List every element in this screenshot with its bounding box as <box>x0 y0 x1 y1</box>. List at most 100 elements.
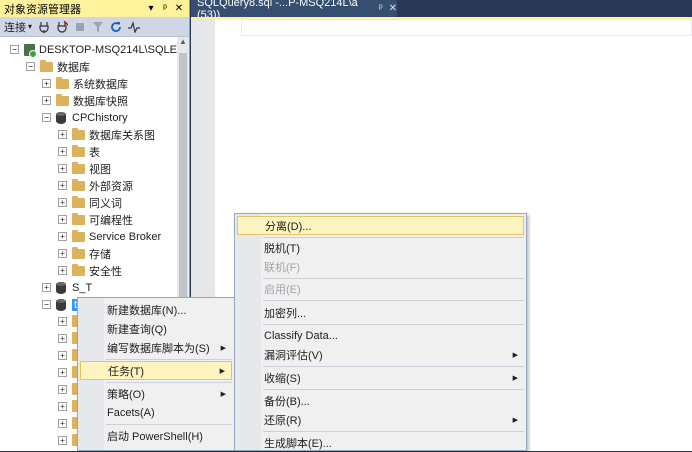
tree-node-views[interactable]: + 视图 <box>58 160 111 177</box>
connect-label: 连接 <box>4 21 26 34</box>
collapse-icon[interactable]: − <box>42 113 51 122</box>
expand-icon[interactable]: + <box>58 266 67 275</box>
menu-item-bring-online[interactable]: 联机(F) <box>237 257 524 276</box>
pin-icon[interactable]: ᵖ <box>159 3 171 14</box>
document-tab-bar: SQLQuery8.sql -...P-MSQ214L\a (53)) ᵖ ✕ <box>191 0 692 21</box>
tree-node-label: 视图 <box>89 163 111 176</box>
plug-icon[interactable] <box>38 21 50 33</box>
folder-icon <box>72 195 85 208</box>
menu-item-shrink[interactable]: 收缩(S) ▶ <box>237 368 524 387</box>
expand-icon[interactable]: + <box>58 334 67 343</box>
tree-node-label: S_T <box>72 281 93 294</box>
menu-item-label: 脱机(T) <box>264 242 301 255</box>
tree-node-label: 外部资源 <box>89 180 133 193</box>
menu-separator <box>106 359 232 360</box>
expand-icon[interactable]: + <box>58 419 67 428</box>
tree-node-label: 表 <box>89 146 100 159</box>
menu-separator <box>106 382 232 383</box>
refresh-icon[interactable] <box>110 21 122 33</box>
tree-node-system-databases[interactable]: + 系统数据库 <box>42 75 128 92</box>
tree-node-programmability[interactable]: + 可编程性 <box>58 211 133 228</box>
tree-node-label: 系统数据库 <box>73 78 128 91</box>
menu-item-restore[interactable]: 还原(R) ▶ <box>237 410 524 429</box>
folder-icon <box>56 76 69 89</box>
tree-node-synonyms[interactable]: + 同义词 <box>58 194 122 211</box>
tree-node-tables[interactable]: + 表 <box>58 143 100 160</box>
expand-icon[interactable]: + <box>58 385 67 394</box>
tree-node-s-t[interactable]: + S_T <box>42 279 92 296</box>
menu-item-enable[interactable]: 启用(E) <box>237 279 524 298</box>
tree-node-label: 数据库关系图 <box>89 129 155 142</box>
stop-icon[interactable] <box>74 21 86 33</box>
filter-icon[interactable] <box>92 21 104 33</box>
menu-separator <box>263 366 524 367</box>
tree-node-diagrams[interactable]: + 数据库关系图 <box>58 126 155 143</box>
activity-icon[interactable] <box>128 20 141 34</box>
tree-node-databases[interactable]: − 数据库 <box>26 58 90 75</box>
expand-icon[interactable]: + <box>58 232 67 241</box>
menu-item-label: 联机(F) <box>264 261 301 274</box>
menu-item-new-query[interactable]: 新建查询(Q) <box>80 319 232 338</box>
tree-node-label: DESKTOP-MSQ214L\SQLEX <box>39 43 185 56</box>
tree-node-database-snapshots[interactable]: + 数据库快照 <box>42 92 128 109</box>
scroll-thumb[interactable] <box>179 53 187 333</box>
menu-item-classify-data[interactable]: Classify Data... <box>237 326 524 345</box>
close-icon[interactable]: ✕ <box>173 3 185 14</box>
menu-item-policies[interactable]: 策略(O) ▶ <box>80 384 232 403</box>
menu-item-vulnerability-assessment[interactable]: 漏洞评估(V) ▶ <box>237 345 524 364</box>
folder-icon <box>72 212 85 225</box>
expand-icon[interactable]: + <box>58 181 67 190</box>
expand-icon[interactable]: + <box>58 402 67 411</box>
folder-icon <box>72 161 85 174</box>
menu-item-facets[interactable]: Facets(A) <box>80 403 232 422</box>
menu-item-label: Classify Data... <box>264 329 338 342</box>
scroll-up-icon[interactable]: ▲ <box>177 37 189 51</box>
expand-icon[interactable]: + <box>58 198 67 207</box>
expand-icon[interactable]: + <box>58 249 67 258</box>
pin-icon[interactable]: ᵖ <box>379 3 383 14</box>
menu-item-detach[interactable]: 分离(D)... <box>237 216 524 235</box>
menu-item-encrypt-columns[interactable]: 加密列... <box>237 303 524 322</box>
expand-icon[interactable]: + <box>58 368 67 377</box>
expand-icon[interactable]: + <box>58 317 67 326</box>
menu-item-tasks[interactable]: 任务(T) ▶ <box>80 361 232 380</box>
chevron-down-icon: ▾ <box>28 22 33 31</box>
database-icon <box>56 298 66 311</box>
menu-item-backup[interactable]: 备份(B)... <box>237 391 524 410</box>
menu-item-generate-scripts[interactable]: 生成脚本(E)... <box>237 433 524 452</box>
collapse-icon[interactable]: − <box>26 62 35 71</box>
menu-item-label: 新建数据库(N)... <box>107 304 187 317</box>
menu-item-start-powershell[interactable]: 启动 PowerShell(H) <box>80 426 232 445</box>
database-icon <box>56 281 66 294</box>
menu-item-label: Facets(A) <box>107 406 155 419</box>
expand-icon[interactable]: + <box>58 436 67 445</box>
menu-separator <box>106 424 232 425</box>
collapse-icon[interactable]: − <box>10 45 19 54</box>
tree-node-storage[interactable]: + 存储 <box>58 245 111 262</box>
menu-item-take-offline[interactable]: 脱机(T) <box>237 238 524 257</box>
tree-node-cpchistory[interactable]: − CPChistory <box>42 109 128 126</box>
expand-icon[interactable]: + <box>42 96 51 105</box>
expand-icon[interactable]: + <box>58 164 67 173</box>
expand-icon[interactable]: + <box>42 283 51 292</box>
expand-icon[interactable]: + <box>58 215 67 224</box>
expand-icon[interactable]: + <box>42 79 51 88</box>
current-line-highlight <box>241 19 692 36</box>
expand-icon[interactable]: + <box>58 147 67 156</box>
expand-icon[interactable]: + <box>58 130 67 139</box>
menu-separator <box>263 389 524 390</box>
tree-node-security[interactable]: + 安全性 <box>58 262 122 279</box>
expand-icon[interactable]: + <box>58 351 67 360</box>
menu-item-script-database[interactable]: 编写数据库脚本为(S) ▶ <box>80 338 232 357</box>
unplug-icon[interactable] <box>56 20 69 33</box>
window-position-icon[interactable]: ▾ <box>145 3 157 14</box>
connect-button[interactable]: 连接 ▾ <box>4 19 32 35</box>
server-icon <box>24 43 37 58</box>
tab-sqlquery8[interactable]: SQLQuery8.sql -...P-MSQ214L\a (53)) ᵖ ✕ <box>191 0 397 21</box>
collapse-icon[interactable]: − <box>42 300 51 309</box>
menu-item-new-database[interactable]: 新建数据库(N)... <box>80 300 232 319</box>
tree-node-external-resources[interactable]: + 外部资源 <box>58 177 133 194</box>
tree-node-server[interactable]: − DESKTOP-MSQ214L\SQLEX <box>10 41 184 58</box>
close-icon[interactable]: ✕ <box>389 3 397 14</box>
tree-node-service-broker[interactable]: + Service Broker <box>58 228 161 245</box>
